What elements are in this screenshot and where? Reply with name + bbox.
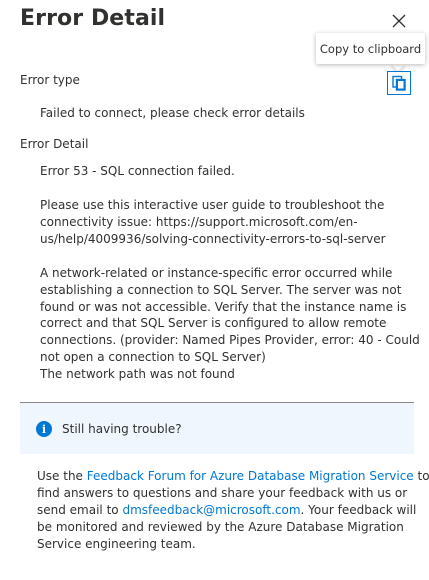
feedback-text: to: [413, 469, 429, 483]
error-detail-line: Error 53 - SQL connection failed.: [40, 164, 235, 178]
error-detail-paragraph: A network-related or instance-specific e…: [40, 265, 420, 383]
error-detail-line: us/help/4009936/solving-connectivity-err…: [40, 231, 386, 246]
error-detail-line: establishing a connection to SQL Server.…: [40, 282, 402, 297]
still-having-trouble-text: Still having trouble?: [62, 422, 182, 436]
close-button[interactable]: [388, 10, 410, 32]
copy-to-clipboard-button[interactable]: [387, 71, 411, 95]
copy-tooltip: Copy to clipboard: [316, 33, 425, 64]
error-detail-paragraph: Error 53 - SQL connection failed.: [40, 163, 405, 180]
error-detail-line: correct and that SQL Server is configure…: [40, 316, 387, 331]
error-detail-label: Error Detail: [20, 137, 89, 151]
feedback-forum-link[interactable]: Feedback Forum for Azure Database Migrat…: [87, 469, 414, 483]
error-detail-line: connections. (provider: Named Pipes Prov…: [40, 333, 420, 348]
error-detail-line: A network-related or instance-specific e…: [40, 266, 393, 280]
feedback-text: Use the: [37, 469, 87, 483]
feedback-line: be monitored and reviewed by the Azure D…: [37, 520, 404, 534]
error-detail-line: Please use this interactive user guide t…: [40, 198, 385, 212]
error-type-label: Error type: [20, 73, 80, 87]
close-icon: [392, 14, 406, 28]
error-detail-line: The network path was not found: [40, 366, 235, 381]
still-having-trouble-box: i Still having trouble?: [20, 402, 414, 454]
copy-icon: [392, 75, 406, 91]
feedback-line: find answers to questions and share your…: [37, 486, 408, 500]
info-icon: i: [36, 421, 52, 437]
error-detail-line: found or was not accessible. Verify that…: [40, 299, 407, 314]
feedback-email-link[interactable]: dmsfeedback@microsoft.com: [122, 503, 300, 517]
error-detail-panel: Error Detail Copy to clipboard Error typ…: [0, 0, 429, 580]
feedback-text: send email to: [37, 503, 123, 517]
feedback-paragraph: Use the Feedback Forum for Azure Databas…: [37, 468, 429, 553]
feedback-text: . Your feedback will: [300, 503, 417, 517]
feedback-line: send email to dmsfeedback@microsoft.com.…: [37, 502, 417, 519]
error-detail-paragraph: Please use this interactive user guide t…: [40, 197, 405, 247]
error-type-value: Failed to connect, please check error de…: [40, 106, 305, 120]
panel-title: Error Detail: [20, 6, 166, 31]
feedback-line: Service engineering team.: [37, 537, 196, 551]
error-detail-line: not open a connection to SQL Server): [40, 349, 266, 364]
error-detail-line: connectivity issue: https://support.micr…: [40, 214, 358, 229]
feedback-line: Use the Feedback Forum for Azure Databas…: [37, 468, 429, 485]
